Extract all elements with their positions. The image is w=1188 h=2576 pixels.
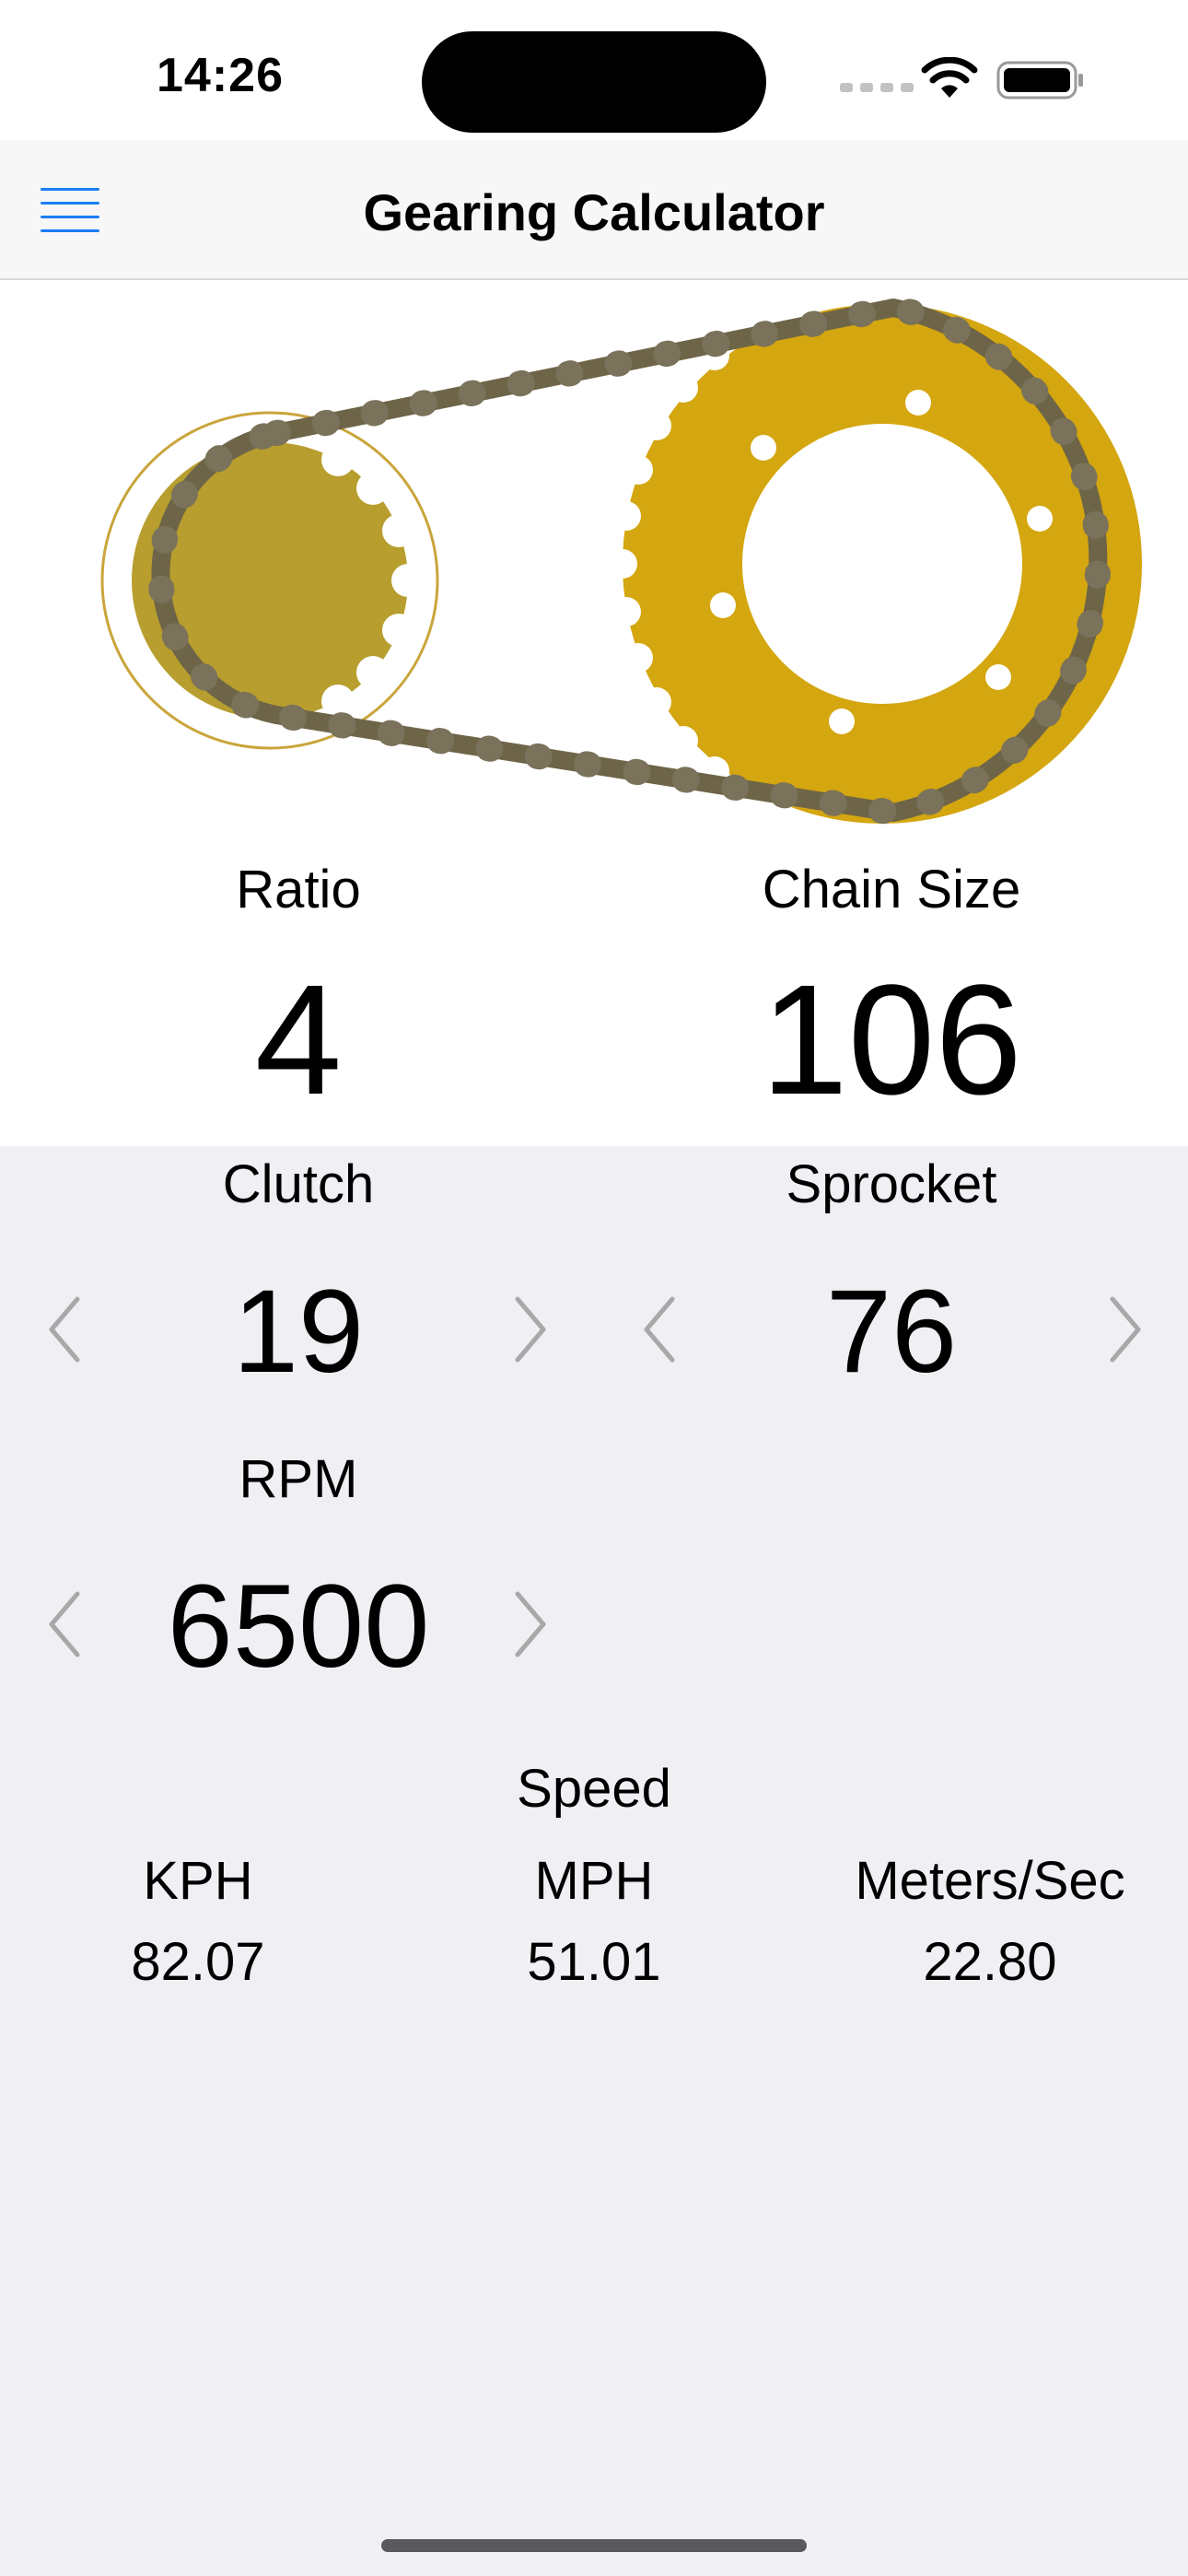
- clutch-increment-button[interactable]: [503, 1288, 558, 1371]
- chevron-left-icon: [644, 1296, 675, 1363]
- sprocket-decrement-button[interactable]: [632, 1288, 687, 1371]
- sprocket-label: Sprocket: [786, 1154, 997, 1214]
- kph-value: 82.07: [131, 1932, 265, 1992]
- chain-size-label: Chain Size: [762, 860, 1021, 919]
- status-time: 14:26: [157, 49, 284, 102]
- speed-title: Speed: [517, 1759, 671, 1819]
- chevron-right-icon: [515, 1296, 546, 1363]
- page-title: Gearing Calculator: [363, 183, 825, 241]
- ratio-label: Ratio: [236, 860, 361, 919]
- status-bar: 14:26: [0, 0, 1188, 140]
- chevron-left-icon: [49, 1591, 80, 1657]
- rpm-increment-button[interactable]: [503, 1583, 558, 1666]
- clutch-value: 19: [232, 1266, 365, 1398]
- wifi-icon: [921, 57, 978, 98]
- chain-drive-illustration: [100, 294, 1142, 826]
- clutch-decrement-button[interactable]: [37, 1288, 92, 1371]
- mph-value: 51.01: [527, 1932, 661, 1992]
- results-panel: Ratio 4 Chain Size 106: [0, 280, 1188, 1146]
- chevron-right-icon: [515, 1591, 546, 1657]
- sprocket-increment-button[interactable]: [1098, 1288, 1153, 1371]
- cellular-signal-icon: [840, 83, 914, 92]
- chevron-left-icon: [49, 1296, 80, 1363]
- sprocket-value: 76: [825, 1266, 958, 1398]
- meters-per-sec-value: 22.80: [923, 1932, 1057, 1992]
- mph-label: MPH: [534, 1851, 654, 1911]
- kph-label: KPH: [143, 1851, 253, 1911]
- navigation-bar: Gearing Calculator: [0, 140, 1188, 280]
- meters-per-sec-label: Meters/Sec: [855, 1851, 1125, 1911]
- battery-icon: [996, 61, 1083, 100]
- rpm-value: 6500: [167, 1561, 430, 1692]
- chain-size-value: 106: [761, 953, 1022, 1128]
- home-indicator[interactable]: [381, 2539, 807, 2552]
- dynamic-island: [422, 31, 766, 133]
- rpm-decrement-button[interactable]: [37, 1583, 92, 1666]
- screen: 14:26 Gearing Calculator Ratio 4 Chain S…: [0, 0, 1188, 2576]
- rpm-label: RPM: [239, 1449, 358, 1509]
- clutch-label: Clutch: [222, 1154, 375, 1214]
- chevron-right-icon: [1110, 1296, 1141, 1363]
- ratio-value: 4: [254, 953, 343, 1128]
